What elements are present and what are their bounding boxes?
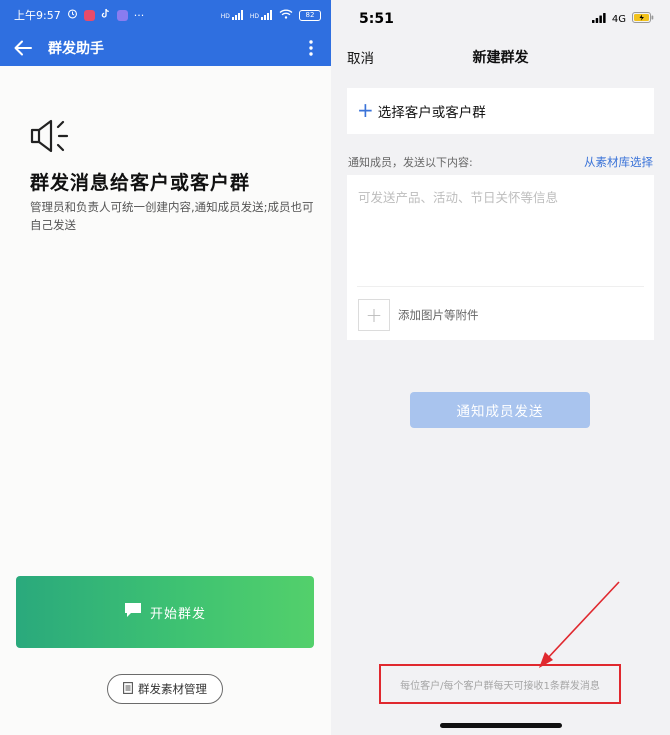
- home-indicator[interactable]: [440, 723, 562, 728]
- signal1-label: HD: [220, 13, 230, 20]
- network-type: 4G: [611, 13, 626, 25]
- divider: [357, 286, 644, 287]
- plus-icon: +: [358, 299, 390, 331]
- right-status-bar: 5:51 4G: [331, 0, 670, 38]
- page-title: 群发助手: [48, 41, 104, 57]
- app-bar: 群发助手: [0, 30, 331, 66]
- notify-send-button[interactable]: 通知成员发送: [410, 392, 590, 428]
- status-left-group: 上午9:57 ···: [14, 7, 144, 23]
- add-attachment-button[interactable]: + 添加图片等附件: [358, 299, 479, 331]
- signal2-label: HD: [249, 13, 259, 20]
- wifi-icon: [279, 9, 293, 22]
- app-icon: [116, 9, 128, 21]
- start-broadcast-label: 开始群发: [149, 606, 206, 622]
- left-screen: 上午9:57 ··· HD HD 82 群发助手 群发消息给客户或客户群 管理员…: [0, 0, 331, 735]
- cancel-button[interactable]: 取消: [347, 47, 374, 67]
- battery-icon: 82: [299, 9, 321, 21]
- annotation-arrow-icon: [539, 581, 620, 668]
- hero-title: 群发消息给客户或客户群: [30, 172, 251, 194]
- left-status-bar: 上午9:57 ··· HD HD 82: [0, 0, 331, 30]
- signal-icon-2: HD: [250, 10, 273, 20]
- more-vertical-icon[interactable]: [303, 37, 319, 59]
- chat-bubble-icon: [124, 602, 142, 622]
- material-management-label: 群发素材管理: [138, 682, 207, 696]
- status-right-group: HD HD 82: [221, 9, 321, 22]
- nav-title: 新建群发: [472, 50, 529, 66]
- signal-icon: HD: [221, 10, 244, 20]
- alarm-icon: [67, 8, 78, 22]
- cell-signal-icon: [591, 12, 606, 26]
- nav-bar: 取消 新建群发: [331, 38, 670, 76]
- more-dots: ···: [133, 8, 145, 22]
- select-customer-button[interactable]: + 选择客户或客户群: [347, 88, 654, 134]
- hero-description: 管理员和负责人可统一创建内容,通知成员发送;成员也可自己发送: [30, 200, 314, 232]
- tiktok-icon: [101, 8, 111, 22]
- message-editor-card: + 添加图片等附件: [347, 175, 654, 340]
- megaphone-icon: [28, 116, 76, 156]
- status-time-right: 5:51: [359, 11, 394, 27]
- notify-label: 通知成员，发送以下内容:: [348, 156, 473, 169]
- plus-icon: +: [357, 98, 374, 122]
- message-input[interactable]: [347, 175, 654, 285]
- select-from-library-link[interactable]: 从素材库选择: [584, 154, 653, 170]
- app-badge-icon: [83, 9, 95, 21]
- document-icon: [123, 681, 133, 697]
- status-right-group-ios: 4G: [591, 12, 654, 26]
- left-content: 群发消息给客户或客户群 管理员和负责人可统一创建内容,通知成员发送;成员也可自己…: [0, 66, 331, 735]
- start-broadcast-button[interactable]: 开始群发: [16, 576, 314, 648]
- select-customer-label: 选择客户或客户群: [377, 105, 486, 121]
- right-screen: 5:51 4G 取消 新建群发 + 选择客户或客户群 通知成员，发送以下内容: …: [331, 0, 670, 735]
- status-time: 上午9:57: [14, 9, 61, 22]
- add-attachment-label: 添加图片等附件: [398, 308, 479, 322]
- material-management-button[interactable]: 群发素材管理: [107, 674, 223, 704]
- battery-level: 82: [305, 11, 315, 19]
- battery-charging-icon: [632, 12, 654, 26]
- annotation-highlight-box: 每位客户/每个客户群每天可接收1条群发消息: [379, 664, 621, 704]
- back-arrow-icon[interactable]: [12, 37, 34, 59]
- daily-limit-footnote: 每位客户/每个客户群每天可接收1条群发消息: [400, 680, 600, 692]
